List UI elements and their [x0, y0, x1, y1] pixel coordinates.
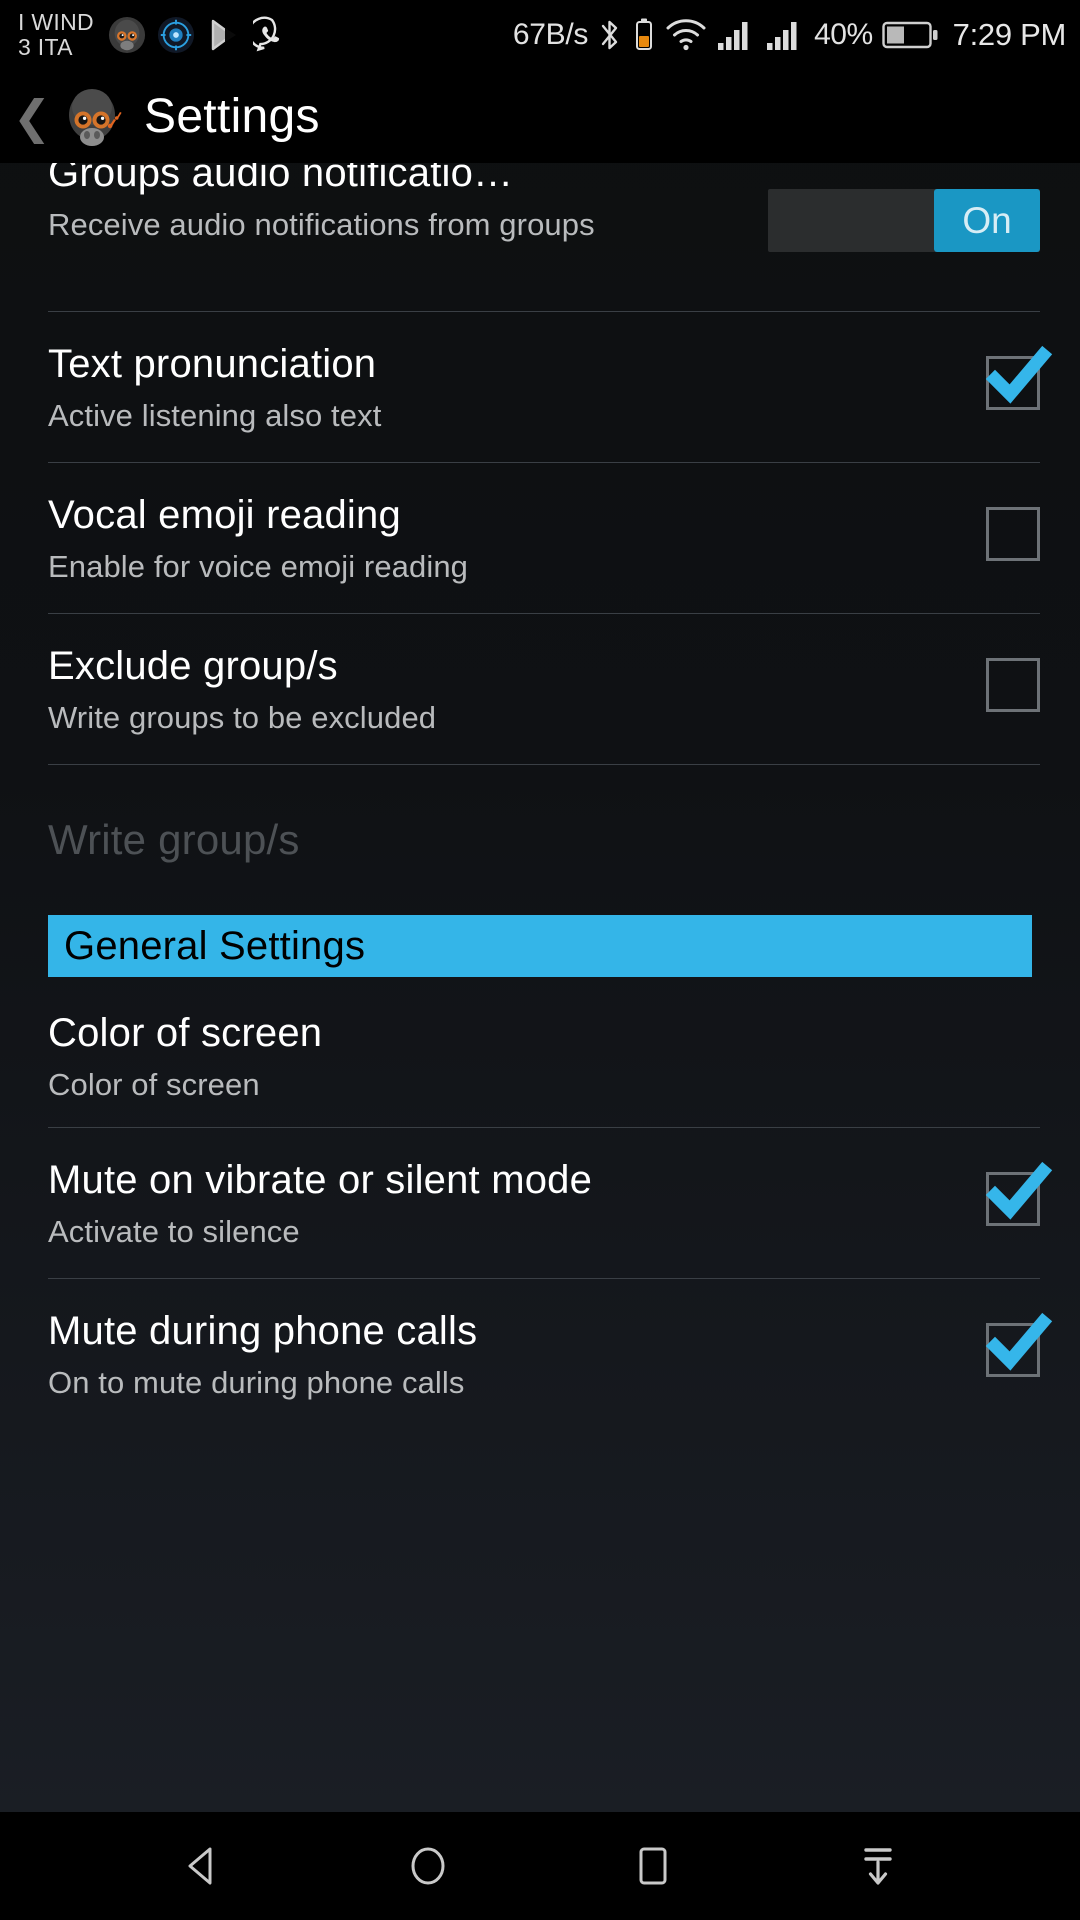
- phone-screen: I WIND 3 ITA 67B/s 40% 7:29 PM ❮ Setting…: [0, 0, 1080, 1920]
- mute-on-vibrate-checkbox[interactable]: [985, 1161, 1053, 1226]
- row-control[interactable]: [920, 658, 1040, 712]
- row-subtitle: On to mute during phone calls: [48, 1364, 465, 1400]
- row-texts: Text pronunciation Active listening also…: [48, 342, 920, 434]
- section-header-general-settings: General Settings: [48, 915, 1032, 977]
- row-subtitle: Write groups to be excluded: [48, 699, 437, 735]
- clock-label: 7:29 PM: [952, 17, 1067, 52]
- row-control[interactable]: [920, 345, 1053, 410]
- carrier-line-1: I WIND: [18, 9, 94, 36]
- status-notification-icons: [108, 16, 291, 54]
- row-subtitle: Enable for voice emoji reading: [48, 548, 469, 584]
- text-pronunciation-checkbox[interactable]: [985, 345, 1053, 410]
- signal-sim1-icon: [718, 22, 748, 50]
- checkmark-icon: [985, 345, 1053, 404]
- row-subtitle: Activate to silence: [48, 1213, 300, 1249]
- row-title: Mute on vibrate or silent mode: [48, 1158, 593, 1202]
- row-title: Mute during phone calls: [48, 1309, 478, 1353]
- android-navigation-bar[interactable]: [0, 1812, 1080, 1920]
- row-subtitle: Active listening also text: [48, 397, 382, 433]
- checkmark-icon: [985, 1161, 1053, 1220]
- row-texts: Vocal emoji reading Enable for voice emo…: [48, 493, 920, 585]
- row-title: Groups audio notificatio…: [48, 163, 514, 195]
- battery-saver-icon: [636, 18, 653, 50]
- wifi-icon: [666, 19, 706, 51]
- app-monkey-icon: [108, 16, 145, 54]
- app-header: ❮ Settings: [0, 70, 1080, 163]
- home-nav-button[interactable]: [380, 1818, 476, 1914]
- status-system-icons: 67B/s 40% 7:29 PM: [513, 14, 1066, 56]
- back-button[interactable]: ❮: [10, 87, 54, 147]
- page-title: Settings: [144, 90, 320, 143]
- setting-row-vocal-emoji-reading[interactable]: Vocal emoji reading Enable for voice emo…: [0, 463, 1080, 613]
- back-nav-button[interactable]: [155, 1818, 251, 1914]
- whatsapp-icon: [252, 16, 279, 52]
- setting-row-exclude-groups[interactable]: Exclude group/s Write groups to be exclu…: [0, 614, 1080, 764]
- row-title: Color of screen: [48, 1011, 323, 1055]
- row-texts: Groups audio notificatio… Receive audio …: [48, 163, 768, 243]
- mute-during-calls-checkbox[interactable]: [985, 1312, 1053, 1377]
- network-speed-label: 67B/s: [512, 18, 589, 51]
- row-subtitle: Color of screen: [48, 1066, 260, 1102]
- gorilla-app-icon: [69, 88, 122, 146]
- row-title: Vocal emoji reading: [48, 493, 401, 537]
- vocal-emoji-reading-checkbox[interactable]: [986, 507, 1040, 561]
- settings-list[interactable]: Groups audio notificatio… Receive audio …: [0, 163, 1080, 1812]
- back-nav-icon: [188, 1847, 211, 1885]
- write-groups-input-row[interactable]: Write group/s: [0, 765, 1080, 915]
- row-texts: Exclude group/s Write groups to be exclu…: [48, 644, 920, 736]
- hide-navbar-button[interactable]: [830, 1818, 926, 1914]
- checkmark-icon: [985, 1312, 1053, 1371]
- battery-icon: [881, 21, 938, 49]
- app-blue-icon: [157, 16, 194, 54]
- section-header-label: General Settings: [64, 923, 366, 968]
- signal-sim2-icon: [767, 22, 797, 50]
- battery-percent-label: 40%: [814, 18, 873, 51]
- carrier-label: I WIND 3 ITA: [18, 10, 94, 60]
- groups-audio-switch[interactable]: On: [768, 189, 1040, 252]
- play-store-icon: [211, 19, 236, 51]
- carrier-line-2: 3 ITA: [18, 34, 73, 60]
- setting-row-color-of-screen[interactable]: Color of screen Color of screen: [0, 977, 1080, 1127]
- home-nav-icon: [411, 1847, 444, 1885]
- bluetooth-icon: [601, 20, 618, 50]
- row-texts: Mute on vibrate or silent mode Activate …: [48, 1158, 920, 1250]
- status-bar: I WIND 3 ITA 67B/s 40% 7:29 PM: [0, 0, 1080, 70]
- write-groups-input[interactable]: Write group/s: [48, 816, 300, 864]
- row-texts: Color of screen Color of screen: [48, 1011, 920, 1103]
- exclude-groups-checkbox[interactable]: [986, 658, 1040, 712]
- row-subtitle: Receive audio notifications from groups: [48, 206, 595, 242]
- setting-row-mute-on-vibrate[interactable]: Mute on vibrate or silent mode Activate …: [0, 1128, 1080, 1278]
- row-texts: Mute during phone calls On to mute durin…: [48, 1309, 920, 1401]
- setting-row-text-pronunciation[interactable]: Text pronunciation Active listening also…: [0, 312, 1080, 462]
- row-control[interactable]: On: [768, 189, 1040, 252]
- hide-navbar-icon: [863, 1848, 892, 1885]
- row-control[interactable]: [920, 1312, 1053, 1377]
- recents-nav-icon: [639, 1847, 666, 1885]
- setting-row-mute-during-calls[interactable]: Mute during phone calls On to mute durin…: [0, 1279, 1080, 1429]
- row-control[interactable]: [920, 1161, 1053, 1226]
- setting-row-groups-audio-notifications[interactable]: Groups audio notificatio… Receive audio …: [0, 163, 1080, 311]
- row-title: Exclude group/s: [48, 644, 338, 688]
- row-control[interactable]: [920, 507, 1040, 561]
- switch-thumb-label: On: [934, 189, 1040, 252]
- recents-nav-button[interactable]: [605, 1818, 701, 1914]
- row-title: Text pronunciation: [48, 342, 377, 386]
